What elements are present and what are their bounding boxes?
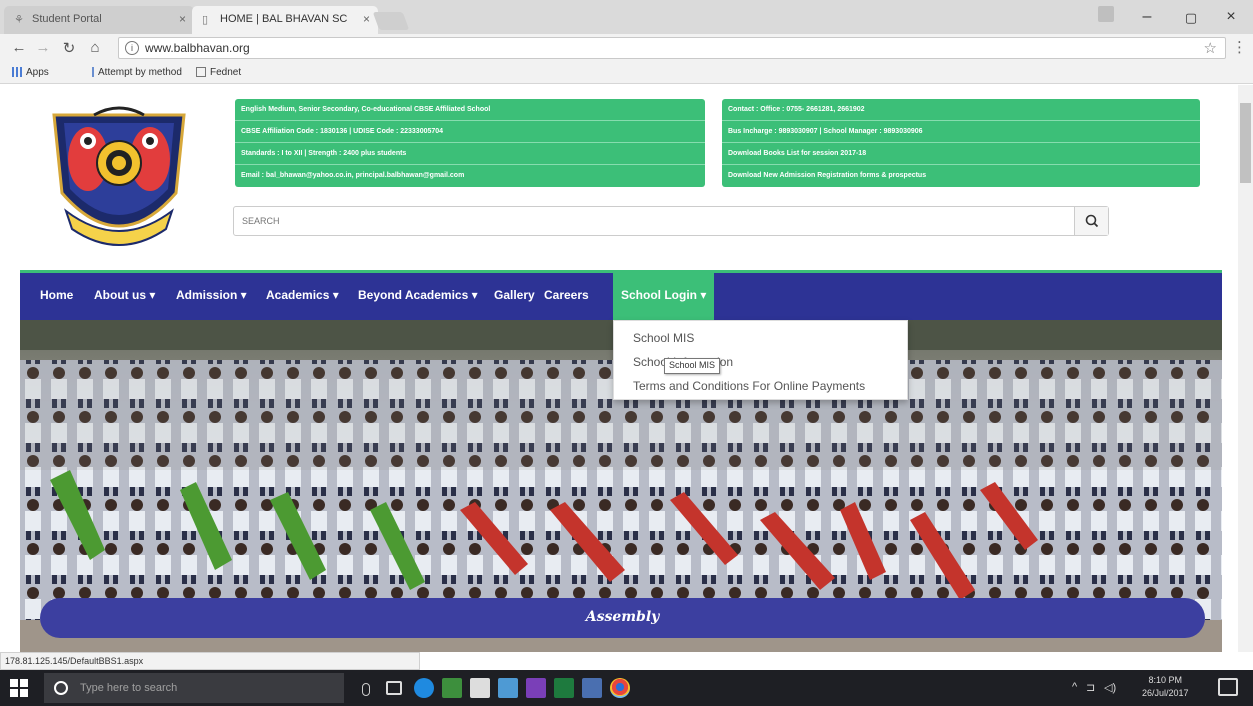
tab-title: Student Portal — [32, 13, 102, 25]
microphone-icon[interactable] — [362, 683, 370, 696]
maximize-button[interactable]: ▢ — [1176, 10, 1206, 26]
nav-home[interactable]: Home — [40, 273, 73, 320]
tab-bal-bhavan[interactable]: ▯ HOME | BAL BHAVAN SC × — [192, 6, 378, 34]
web-page: English Medium, Senior Secondary, Co-edu… — [0, 85, 1238, 652]
main-nav: Home About us ▾ Admission ▾ Academics ▾ … — [20, 270, 1222, 320]
minimize-button[interactable]: – — [1132, 8, 1162, 26]
address-url: www.balbhavan.org — [145, 41, 250, 55]
page-icon — [196, 67, 206, 78]
address-bar[interactable]: i www.balbhavan.org ☆ — [118, 37, 1226, 59]
nav-admission[interactable]: Admission ▾ — [176, 273, 247, 320]
download-admission-link[interactable]: Download New Admission Registration form… — [722, 165, 1200, 187]
nav-academics[interactable]: Academics ▾ — [266, 273, 339, 320]
browser-toolbar: ← → ↻ ⌂ i www.balbhavan.org ☆ — [0, 34, 1253, 62]
search-input[interactable] — [234, 207, 1074, 235]
volume-icon[interactable]: ◁) — [1104, 681, 1116, 694]
info-line-bus: Bus Incharge : 9893030907 | School Manag… — [722, 121, 1200, 143]
clock-date: 26/Jul/2017 — [1142, 688, 1189, 698]
photos-icon[interactable] — [442, 678, 462, 698]
task-view-icon[interactable] — [386, 681, 402, 695]
notifications-icon[interactable] — [1218, 678, 1238, 696]
taskbar-search-placeholder: Type here to search — [80, 682, 178, 694]
page-icon: ▯ — [202, 14, 209, 26]
bookmark-apps[interactable]: Apps — [12, 67, 49, 78]
school-logo — [52, 106, 186, 246]
info-line: CBSE Affiliation Code : 1830136 | UDISE … — [235, 121, 705, 143]
info-line-email[interactable]: Email : bal_bhawan@yahoo.co.in, principa… — [235, 165, 705, 187]
word-icon[interactable] — [582, 678, 602, 698]
back-arrow-icon[interactable]: ← — [10, 39, 28, 56]
dropdown-item-school-information[interactable]: School Information — [614, 350, 907, 374]
bookmarks-bar: Apps Attempt by method Fednet — [0, 62, 1253, 84]
tab-student-portal[interactable]: ⚘ Student Portal × — [4, 6, 194, 34]
edge-browser-icon[interactable] — [414, 678, 434, 698]
search-button[interactable] — [1074, 207, 1108, 235]
info-icon[interactable]: i — [125, 41, 139, 55]
bookmark-star-icon[interactable]: ☆ — [1204, 39, 1217, 57]
nav-gallery[interactable]: Gallery — [494, 273, 535, 320]
nav-careers[interactable]: Careers — [544, 273, 589, 320]
page-scrollbar[interactable] — [1238, 85, 1253, 652]
reload-icon[interactable]: ↻ — [60, 39, 78, 57]
tab-close-icon[interactable]: × — [363, 12, 370, 26]
taskbar-search[interactable]: Type here to search — [44, 673, 370, 703]
bookmark-attempt[interactable]: Attempt by method — [92, 67, 182, 78]
scroll-thumb[interactable] — [1240, 103, 1251, 183]
search-icon — [1085, 214, 1099, 228]
excel-icon[interactable] — [554, 678, 574, 698]
folder-icon — [92, 67, 94, 78]
new-tab-button[interactable] — [372, 12, 410, 30]
info-line: English Medium, Senior Secondary, Co-edu… — [235, 99, 705, 121]
info-line-contact: Contact : Office : 0755- 2661281, 266190… — [722, 99, 1200, 121]
browser-tabstrip: ⚘ Student Portal × ▯ HOME | BAL BHAVAN S… — [0, 0, 1253, 34]
download-books-link[interactable]: Download Books List for session 2017-18 — [722, 143, 1200, 165]
favicon-icon: ⚘ — [14, 14, 24, 26]
info-box-left: English Medium, Senior Secondary, Co-edu… — [235, 99, 705, 187]
store-icon[interactable] — [470, 678, 490, 698]
tray-chevron-icon[interactable]: ^ — [1072, 681, 1077, 693]
forward-arrow-icon[interactable]: → — [34, 39, 52, 56]
system-clock[interactable]: 8:10 PM 26/Jul/2017 — [1142, 674, 1189, 700]
cortana-icon — [54, 681, 68, 695]
close-window-button[interactable]: × — [1216, 8, 1246, 26]
menu-kebab-icon[interactable]: ⋮ — [1232, 38, 1247, 56]
windows-start-icon[interactable] — [10, 679, 28, 697]
home-icon[interactable]: ⌂ — [86, 39, 104, 56]
status-bar: 178.81.125.145/DefaultBBS1.aspx — [0, 652, 420, 670]
nav-school-login[interactable]: School Login ▾ — [613, 273, 715, 320]
nav-beyond-academics[interactable]: Beyond Academics ▾ — [358, 273, 478, 320]
info-line: Standards : I to XII | Strength : 2400 p… — [235, 143, 705, 165]
tab-close-icon[interactable]: × — [179, 12, 186, 26]
dropdown-item-school-mis[interactable]: School MIS — [614, 326, 907, 350]
dropdown-item-terms[interactable]: Terms and Conditions For Online Payments — [614, 374, 907, 398]
hero-caption: Assembly — [40, 598, 1205, 638]
chrome-icon[interactable] — [610, 678, 630, 698]
network-icon[interactable]: ⊐ — [1086, 681, 1095, 694]
visual-studio-icon[interactable] — [526, 678, 546, 698]
tab-title: HOME | BAL BHAVAN SC — [220, 13, 348, 25]
bookmark-fednet[interactable]: Fednet — [196, 67, 241, 78]
site-search — [233, 206, 1109, 236]
tooltip: School MIS — [664, 358, 721, 374]
tools-icon[interactable] — [498, 678, 518, 698]
apps-grid-icon — [12, 67, 22, 78]
school-login-dropdown: School MIS School Information Terms and … — [613, 320, 908, 400]
profile-icon[interactable] — [1098, 6, 1114, 22]
windows-taskbar: Type here to search ^ ⊐ ◁) 8:10 PM 26/Ju… — [0, 670, 1253, 706]
clock-time: 8:10 PM — [1148, 675, 1183, 685]
info-box-right: Contact : Office : 0755- 2661281, 266190… — [722, 99, 1200, 187]
nav-about-us[interactable]: About us ▾ — [94, 273, 155, 320]
